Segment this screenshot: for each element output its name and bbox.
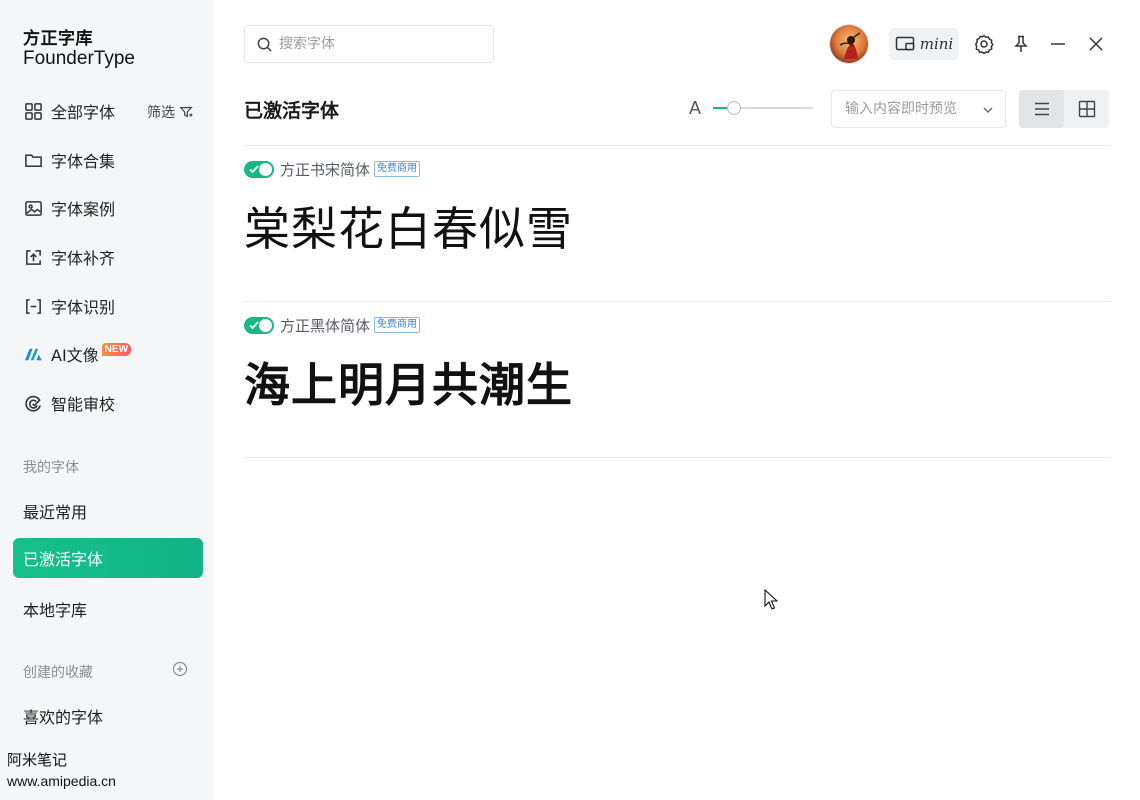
font-card: 方正书宋简体 免费商用 棠梨花白春似雪 (244, 159, 1111, 259)
folder-icon (23, 150, 43, 170)
logo-en-text: FounderType (23, 48, 135, 69)
sidebar-item-label: AI文像 (51, 346, 99, 365)
font-card: 方正黑体简体 免费商用 海上明月共潮生 (244, 315, 1111, 415)
pin-button[interactable] (1009, 32, 1033, 56)
collections-heading: 创建的收藏 (23, 665, 93, 681)
sidebar-item-label: 字体补齐 (51, 249, 116, 268)
sidebar-item-label: 字体识别 (51, 298, 116, 317)
page-title: 已激活字体 (244, 100, 340, 122)
sidebar-item-collections[interactable]: 字体合集 (13, 140, 203, 180)
grid-view-button[interactable] (1064, 90, 1109, 128)
sidebar-item-recognize[interactable]: 字体识别 (13, 286, 203, 326)
ai-logo-icon (23, 344, 43, 364)
sidebar-item-favorites[interactable]: 喜欢的字体 (13, 696, 203, 736)
main-content: mini 已激活字体 A 方正书 (213, 0, 1140, 800)
filter-icon (179, 107, 193, 118)
sidebar: 方正字库 FounderType 全部字体 筛选 字体合集 字体案例 字体补齐 (0, 0, 213, 800)
free-commercial-tag: 免费商用 (374, 161, 421, 177)
proofread-icon (23, 393, 43, 413)
sidebar-item-label: 字体案例 (51, 200, 116, 219)
list-view-button[interactable] (1019, 90, 1064, 128)
filter-button[interactable]: 筛选 (147, 102, 193, 122)
app-logo[interactable]: 方正字库 FounderType (23, 29, 135, 69)
settings-button[interactable] (972, 32, 996, 56)
toggle-knob (259, 318, 272, 332)
sidebar-item-label: 喜欢的字体 (23, 708, 104, 727)
watermark-title: 阿米笔记 (7, 751, 68, 769)
view-toggle (1019, 90, 1109, 128)
minimize-icon (1051, 43, 1065, 45)
mini-label: mini (919, 35, 954, 53)
chevron-down-icon[interactable] (982, 104, 994, 116)
slider-knob[interactable] (727, 101, 741, 115)
new-badge: NEW (101, 342, 132, 356)
close-button[interactable] (1084, 32, 1108, 56)
divider (244, 457, 1111, 458)
mouse-cursor-icon (764, 589, 778, 610)
font-size-slider[interactable] (713, 100, 813, 116)
search-input[interactable] (279, 36, 479, 52)
sidebar-item-proofread[interactable]: 智能审校 (13, 383, 203, 423)
sidebar-item-label: 本地字库 (23, 601, 88, 620)
font-name[interactable]: 方正黑体简体 (280, 315, 370, 336)
font-sample[interactable]: 棠梨花白春似雪 (244, 193, 1111, 259)
mini-mode-button[interactable]: mini (889, 28, 959, 60)
watermark: 阿米笔记 www.amipedia.cn (7, 750, 116, 792)
slider-fill (713, 107, 728, 109)
sidebar-item-all-fonts[interactable]: 全部字体 筛选 (13, 91, 203, 131)
sidebar-item-label: 最近常用 (23, 503, 88, 522)
font-size-icon: A (689, 98, 702, 118)
pin-icon (1014, 35, 1028, 52)
sidebar-item-label: 全部字体 (51, 103, 116, 122)
toggle-knob (259, 162, 272, 176)
image-icon (23, 198, 43, 218)
add-circle-icon[interactable] (172, 661, 188, 677)
gear-icon (974, 34, 994, 54)
preview-text-box[interactable] (831, 90, 1006, 128)
font-toggle[interactable] (244, 160, 274, 178)
sidebar-item-ai[interactable]: AI文像 NEW (13, 334, 203, 374)
sidebar-item-label: 已激活字体 (23, 550, 104, 569)
sidebar-item-label: 字体合集 (51, 152, 116, 171)
list-icon (1034, 102, 1049, 116)
search-box[interactable] (244, 25, 494, 63)
avatar[interactable] (829, 24, 869, 64)
sidebar-item-complete[interactable]: 字体补齐 (13, 237, 203, 277)
scan-icon (23, 296, 43, 316)
logo-cn-text: 方正字库 (23, 29, 93, 49)
my-fonts-heading: 我的字体 (23, 460, 79, 476)
sidebar-item-local[interactable]: 本地字库 (13, 589, 203, 629)
watermark-url: www.amipedia.cn (7, 773, 116, 789)
minimize-button[interactable] (1046, 32, 1070, 56)
search-icon (257, 37, 272, 52)
divider (244, 301, 1111, 302)
sidebar-item-recent[interactable]: 最近常用 (13, 491, 203, 531)
grid-view-icon (1078, 100, 1095, 118)
font-toggle[interactable] (244, 316, 274, 334)
font-name[interactable]: 方正书宋简体 (280, 159, 370, 180)
sidebar-item-cases[interactable]: 字体案例 (13, 188, 203, 228)
close-icon (1089, 37, 1103, 51)
upload-box-icon (23, 247, 43, 267)
divider (244, 145, 1111, 146)
preview-input[interactable] (845, 101, 975, 117)
free-commercial-tag: 免费商用 (374, 317, 421, 333)
grid-icon (23, 101, 43, 121)
sidebar-item-label: 智能审校 (51, 395, 116, 414)
font-sample[interactable]: 海上明月共潮生 (244, 349, 1111, 415)
mini-window-icon (895, 36, 914, 51)
filter-label: 筛选 (147, 105, 175, 121)
sidebar-item-activated[interactable]: 已激活字体 (13, 538, 203, 578)
